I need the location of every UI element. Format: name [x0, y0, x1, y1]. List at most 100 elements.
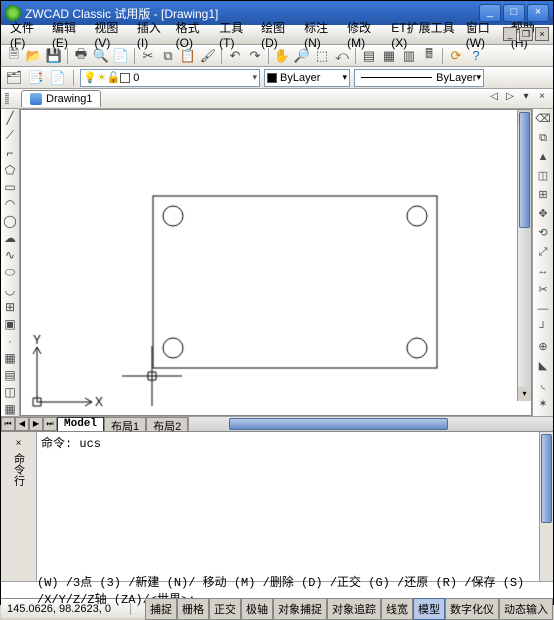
menu-et[interactable]: ET扩展工具(X): [386, 17, 460, 52]
ellipse-icon[interactable]: ⬭: [2, 265, 18, 280]
color-label: ByLayer: [280, 72, 320, 84]
status-model[interactable]: 模型: [413, 598, 445, 620]
command-prompt[interactable]: (W) /3点 (3) /新建 (N)/ 移动 (M) /删除 (D) /正交 …: [1, 581, 553, 598]
region-icon[interactable]: ◫: [2, 385, 18, 399]
grip-handle[interactable]: [5, 93, 9, 105]
scroll-thumb[interactable]: [229, 418, 447, 430]
layer-color-swatch: [120, 73, 130, 83]
horizontal-scrollbar[interactable]: [188, 417, 553, 431]
move-icon[interactable]: ✥: [535, 206, 551, 222]
menu-insert[interactable]: 插入(I): [132, 17, 171, 52]
status-toggles: 捕捉 栅格 正交 极轴 对象捕捉 对象追踪 线宽 模型 数字化仪 动态输入: [145, 598, 553, 620]
break-icon[interactable]: ┘: [535, 320, 551, 336]
bulb-icon: 💡: [83, 71, 97, 84]
arc-icon[interactable]: ◠: [2, 197, 18, 211]
extend-icon[interactable]: —: [535, 301, 551, 317]
color-dropdown[interactable]: ByLayer ▾: [264, 69, 350, 87]
insert-icon[interactable]: ⊞: [2, 300, 18, 314]
line-icon[interactable]: ╱: [2, 111, 18, 125]
vertical-scrollbar[interactable]: ▴ ▾: [517, 110, 531, 401]
scroll-thumb[interactable]: [519, 112, 530, 228]
cmd-title: 命令行: [11, 453, 27, 486]
circle-icon[interactable]: ◯: [2, 214, 18, 228]
offset-icon[interactable]: ◫: [535, 168, 551, 184]
scale-icon[interactable]: ⤢: [535, 244, 551, 260]
tab-prev[interactable]: ◁: [487, 91, 501, 102]
stretch-icon[interactable]: ↔: [535, 263, 551, 279]
linetype-dropdown[interactable]: ByLayer ▾: [354, 69, 484, 87]
command-history[interactable]: 命令: ucs: [37, 432, 539, 581]
polyline-icon[interactable]: ⌐: [2, 146, 18, 160]
erase-icon[interactable]: ⌫: [535, 111, 551, 127]
tab-menu[interactable]: ▾: [519, 91, 533, 102]
tab-prev[interactable]: ◀: [15, 417, 29, 431]
menu-edit[interactable]: 编辑(E): [47, 17, 89, 52]
polygon-icon[interactable]: ⬠: [2, 163, 18, 177]
status-ortho[interactable]: 正交: [209, 598, 241, 620]
menu-format[interactable]: 格式(O): [171, 17, 215, 52]
hatch-icon[interactable]: ▦: [2, 351, 18, 365]
document-tab[interactable]: Drawing1: [21, 90, 101, 107]
model-tab[interactable]: Model: [57, 417, 104, 431]
gradient-icon[interactable]: ▤: [2, 368, 18, 382]
rotate-icon[interactable]: ⟲: [535, 225, 551, 241]
tab-first[interactable]: ⏮: [1, 417, 15, 431]
array-icon[interactable]: ⊞: [535, 187, 551, 203]
command-window: × 命令行 命令: ucs: [1, 431, 553, 581]
menu-view[interactable]: 视图(V): [89, 17, 131, 52]
tab-close[interactable]: ×: [535, 91, 549, 102]
ellipsearc-icon[interactable]: ◡: [2, 283, 18, 297]
explode-icon[interactable]: ✶: [535, 396, 551, 412]
mdi-minimize[interactable]: _: [503, 27, 517, 41]
layer-manager-icon[interactable]: 🗂: [5, 69, 23, 87]
lock-icon: 🔓: [107, 71, 121, 84]
spline-icon[interactable]: ∿: [2, 248, 18, 262]
status-grid[interactable]: 栅格: [177, 598, 209, 620]
mirror-icon[interactable]: ▲: [535, 149, 551, 165]
menu-dim[interactable]: 标注(N): [299, 17, 342, 52]
layer-iso-icon[interactable]: 📄: [49, 69, 67, 87]
command-line: 命令: ucs: [41, 434, 535, 451]
menu-window[interactable]: 窗口(W): [461, 17, 506, 52]
coordinates[interactable]: 145.0626, 98.2623, 0: [1, 603, 131, 615]
layout1-tab[interactable]: 布局1: [104, 417, 146, 431]
tab-next[interactable]: ▷: [503, 91, 517, 102]
tab-next[interactable]: ▶: [29, 417, 43, 431]
status-dyn[interactable]: 动态输入: [499, 598, 553, 620]
doc-icon: [30, 93, 42, 105]
join-icon[interactable]: ⊕: [535, 339, 551, 355]
menu-modify[interactable]: 修改(M): [342, 17, 386, 52]
linetype-label: ByLayer: [436, 72, 476, 84]
mdi-restore[interactable]: ❐: [519, 27, 533, 41]
status-digitizer[interactable]: 数字化仪: [445, 598, 499, 620]
mdi-close[interactable]: ×: [535, 27, 549, 41]
menu-draw[interactable]: 绘图(D): [256, 17, 299, 52]
block-icon[interactable]: ▣: [2, 317, 18, 331]
cmd-close-icon[interactable]: ×: [16, 438, 22, 449]
menu-file[interactable]: 文件(F): [5, 17, 47, 52]
status-polar[interactable]: 极轴: [241, 598, 273, 620]
scroll-down-icon[interactable]: ▾: [518, 387, 531, 401]
layer-dropdown[interactable]: 💡 ☀ 🔓 0 ▾: [80, 69, 260, 87]
point-icon[interactable]: ·: [2, 334, 18, 348]
revcloud-icon[interactable]: ☁: [2, 231, 18, 245]
chamfer-icon[interactable]: ◣: [535, 358, 551, 374]
table-icon[interactable]: ▦: [2, 402, 18, 416]
xline-icon[interactable]: ⟋: [2, 128, 18, 143]
rectangle-icon[interactable]: ▭: [2, 180, 18, 194]
status-osnap[interactable]: 对象捕捉: [273, 598, 327, 620]
menu-tools[interactable]: 工具(T): [214, 17, 256, 52]
copy-obj-icon[interactable]: ⧉: [535, 130, 551, 146]
scroll-thumb[interactable]: [541, 434, 552, 523]
status-lweight[interactable]: 线宽: [381, 598, 413, 620]
fillet-icon[interactable]: ◟: [535, 377, 551, 393]
command-scrollbar[interactable]: [539, 432, 553, 581]
tab-last[interactable]: ⏭: [43, 417, 57, 431]
layout2-tab[interactable]: 布局2: [146, 417, 188, 431]
trim-icon[interactable]: ✂: [535, 282, 551, 298]
status-otrack[interactable]: 对象追踪: [327, 598, 381, 620]
layer-state-icon[interactable]: 📑: [27, 69, 45, 87]
doc-tab-label: Drawing1: [46, 93, 92, 105]
drawing-area[interactable]: ▴ ▾: [20, 109, 532, 416]
status-snap[interactable]: 捕捉: [145, 598, 177, 620]
